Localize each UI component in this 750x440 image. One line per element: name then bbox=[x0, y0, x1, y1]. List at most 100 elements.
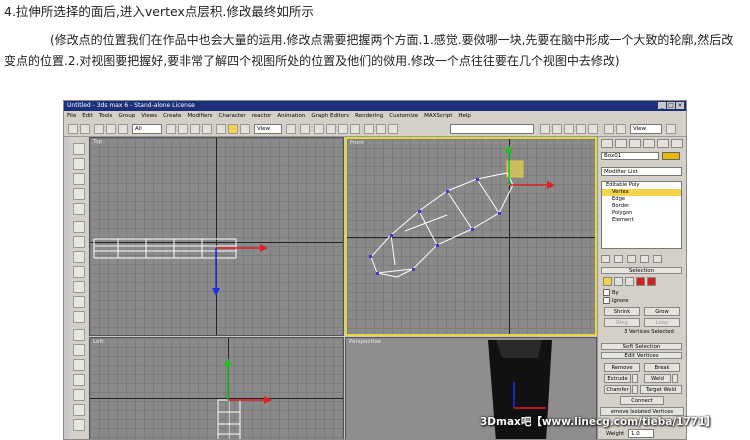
element-level-icon[interactable] bbox=[647, 277, 656, 286]
menu-rendering[interactable]: Rendering bbox=[355, 111, 383, 121]
object-color-swatch[interactable] bbox=[662, 152, 680, 160]
select-move-icon[interactable] bbox=[216, 124, 226, 134]
noise-modifier-icon[interactable] bbox=[73, 203, 85, 215]
ring-button[interactable]: Ring bbox=[604, 318, 640, 327]
torus-object-icon[interactable] bbox=[73, 266, 85, 278]
grow-button[interactable]: Grow bbox=[644, 307, 680, 316]
teapot-render-icon[interactable] bbox=[616, 124, 626, 134]
viewport-front[interactable]: Front bbox=[345, 137, 597, 336]
weld-button[interactable]: Weld bbox=[644, 374, 671, 383]
menu-group[interactable]: Group bbox=[118, 111, 135, 121]
minimize-button[interactable]: _ bbox=[658, 102, 666, 109]
connect-button[interactable]: Connect bbox=[620, 396, 664, 405]
quick-render-icon[interactable] bbox=[588, 124, 598, 134]
motion-tab-icon[interactable] bbox=[643, 139, 655, 148]
stack-border[interactable]: Border bbox=[602, 203, 681, 210]
polygon-level-icon[interactable] bbox=[636, 277, 645, 286]
menu-reactor[interactable]: reactor bbox=[252, 111, 272, 121]
make-unique-icon[interactable] bbox=[627, 255, 636, 263]
by-vertex-checkbox[interactable]: By bbox=[603, 289, 619, 296]
select-object-icon[interactable] bbox=[166, 124, 176, 134]
menu-graph-editors[interactable]: Graph Editors bbox=[311, 111, 349, 121]
twist-modifier-icon[interactable] bbox=[73, 188, 85, 200]
weight-spinner[interactable]: 1.0 bbox=[628, 429, 654, 438]
bevel-modifier-icon[interactable] bbox=[73, 359, 85, 371]
viewport-left[interactable]: Left bbox=[89, 337, 344, 439]
menu-create[interactable]: Create bbox=[163, 111, 181, 121]
menu-character[interactable]: Character bbox=[219, 111, 246, 121]
unwrap-uvw-icon[interactable] bbox=[73, 419, 85, 431]
chamfer-button[interactable]: Chamfer bbox=[604, 385, 631, 394]
menu-edit[interactable]: Edit bbox=[82, 111, 93, 121]
box-object-icon[interactable] bbox=[73, 221, 85, 233]
link-icon[interactable] bbox=[94, 124, 104, 134]
extrude-button[interactable]: Extrude bbox=[604, 374, 631, 383]
modify-tab-icon[interactable] bbox=[615, 139, 627, 148]
selection-region-icon[interactable] bbox=[190, 124, 200, 134]
shrink-button[interactable]: Shrink bbox=[604, 307, 640, 316]
plane-object-icon[interactable] bbox=[73, 296, 85, 308]
edit-vertices-rollout-header[interactable]: Edit Vertices bbox=[601, 352, 682, 359]
cylinder-object-icon[interactable] bbox=[73, 251, 85, 263]
soft-selection-rollout-header[interactable]: Soft Selection bbox=[601, 343, 682, 350]
material-editor-icon[interactable] bbox=[564, 124, 574, 134]
reference-coord-dropdown[interactable]: View bbox=[254, 124, 282, 134]
bind-space-warp-icon[interactable] bbox=[118, 124, 128, 134]
extrude-modifier-icon[interactable] bbox=[73, 329, 85, 341]
select-scale-icon[interactable] bbox=[240, 124, 250, 134]
select-manipulate-icon[interactable] bbox=[300, 124, 310, 134]
uvw-map-icon[interactable] bbox=[73, 404, 85, 416]
stack-element[interactable]: Element bbox=[602, 217, 681, 224]
ignore-backfacing-checkbox[interactable]: Ignore bbox=[603, 297, 629, 304]
pin-stack-icon[interactable] bbox=[601, 255, 610, 263]
menu-animation[interactable]: Animation bbox=[277, 111, 305, 121]
render-last-icon[interactable] bbox=[666, 124, 676, 134]
render-scene-icon[interactable] bbox=[576, 124, 586, 134]
schematic-view-icon[interactable] bbox=[552, 124, 562, 134]
loop-button[interactable]: Loop bbox=[644, 318, 680, 327]
geosphere-object-icon[interactable] bbox=[73, 311, 85, 323]
modifiers-tab-icon[interactable] bbox=[73, 143, 85, 155]
menu-modifiers[interactable]: Modifiers bbox=[187, 111, 212, 121]
menu-tools[interactable]: Tools bbox=[99, 111, 113, 121]
remove-modifier-icon[interactable] bbox=[640, 255, 649, 263]
select-rotate-icon[interactable] bbox=[228, 124, 238, 134]
unlink-icon[interactable] bbox=[106, 124, 116, 134]
redo-icon[interactable] bbox=[80, 124, 90, 134]
modifier-list-dropdown[interactable]: Modifier List bbox=[601, 167, 682, 176]
utilities-tab-icon[interactable] bbox=[671, 139, 683, 148]
weld-settings-button[interactable] bbox=[672, 374, 678, 383]
percent-snap-icon[interactable] bbox=[338, 124, 348, 134]
render-view-dropdown[interactable]: View bbox=[630, 124, 662, 134]
bend-modifier-icon[interactable] bbox=[73, 158, 85, 170]
undo-icon[interactable] bbox=[68, 124, 78, 134]
chamfer-settings-button[interactable] bbox=[632, 385, 638, 394]
taper-modifier-icon[interactable] bbox=[73, 173, 85, 185]
spinner-snap-icon[interactable] bbox=[350, 124, 360, 134]
break-button[interactable]: Break bbox=[644, 363, 680, 372]
align-icon[interactable] bbox=[388, 124, 398, 134]
close-button[interactable]: × bbox=[676, 102, 684, 109]
sphere-object-icon[interactable] bbox=[73, 236, 85, 248]
menu-file[interactable]: File bbox=[67, 111, 76, 121]
remove-button[interactable]: Remove bbox=[604, 363, 640, 372]
selection-filter-dropdown[interactable]: All bbox=[132, 124, 162, 134]
menu-views[interactable]: Views bbox=[141, 111, 157, 121]
configure-sets-icon[interactable] bbox=[653, 255, 662, 263]
mesh-smooth-icon[interactable] bbox=[73, 374, 85, 386]
curve-editor-icon[interactable] bbox=[540, 124, 550, 134]
mirror-icon[interactable] bbox=[376, 124, 386, 134]
viewport-top[interactable]: Top bbox=[89, 137, 344, 336]
extrude-settings-button[interactable] bbox=[632, 374, 638, 383]
display-tab-icon[interactable] bbox=[657, 139, 669, 148]
hierarchy-tab-icon[interactable] bbox=[629, 139, 641, 148]
selection-rollout-header[interactable]: Selection bbox=[601, 267, 682, 274]
border-level-icon[interactable] bbox=[625, 277, 634, 286]
stack-edge[interactable]: Edge bbox=[602, 196, 681, 203]
object-name-field[interactable]: Box01 bbox=[601, 152, 659, 160]
render-type-icon[interactable] bbox=[604, 124, 614, 134]
target-weld-button[interactable]: Target Weld bbox=[640, 385, 682, 394]
named-selection-icon[interactable] bbox=[364, 124, 374, 134]
stack-vertex[interactable]: Vertex bbox=[602, 189, 681, 196]
edge-level-icon[interactable] bbox=[614, 277, 623, 286]
